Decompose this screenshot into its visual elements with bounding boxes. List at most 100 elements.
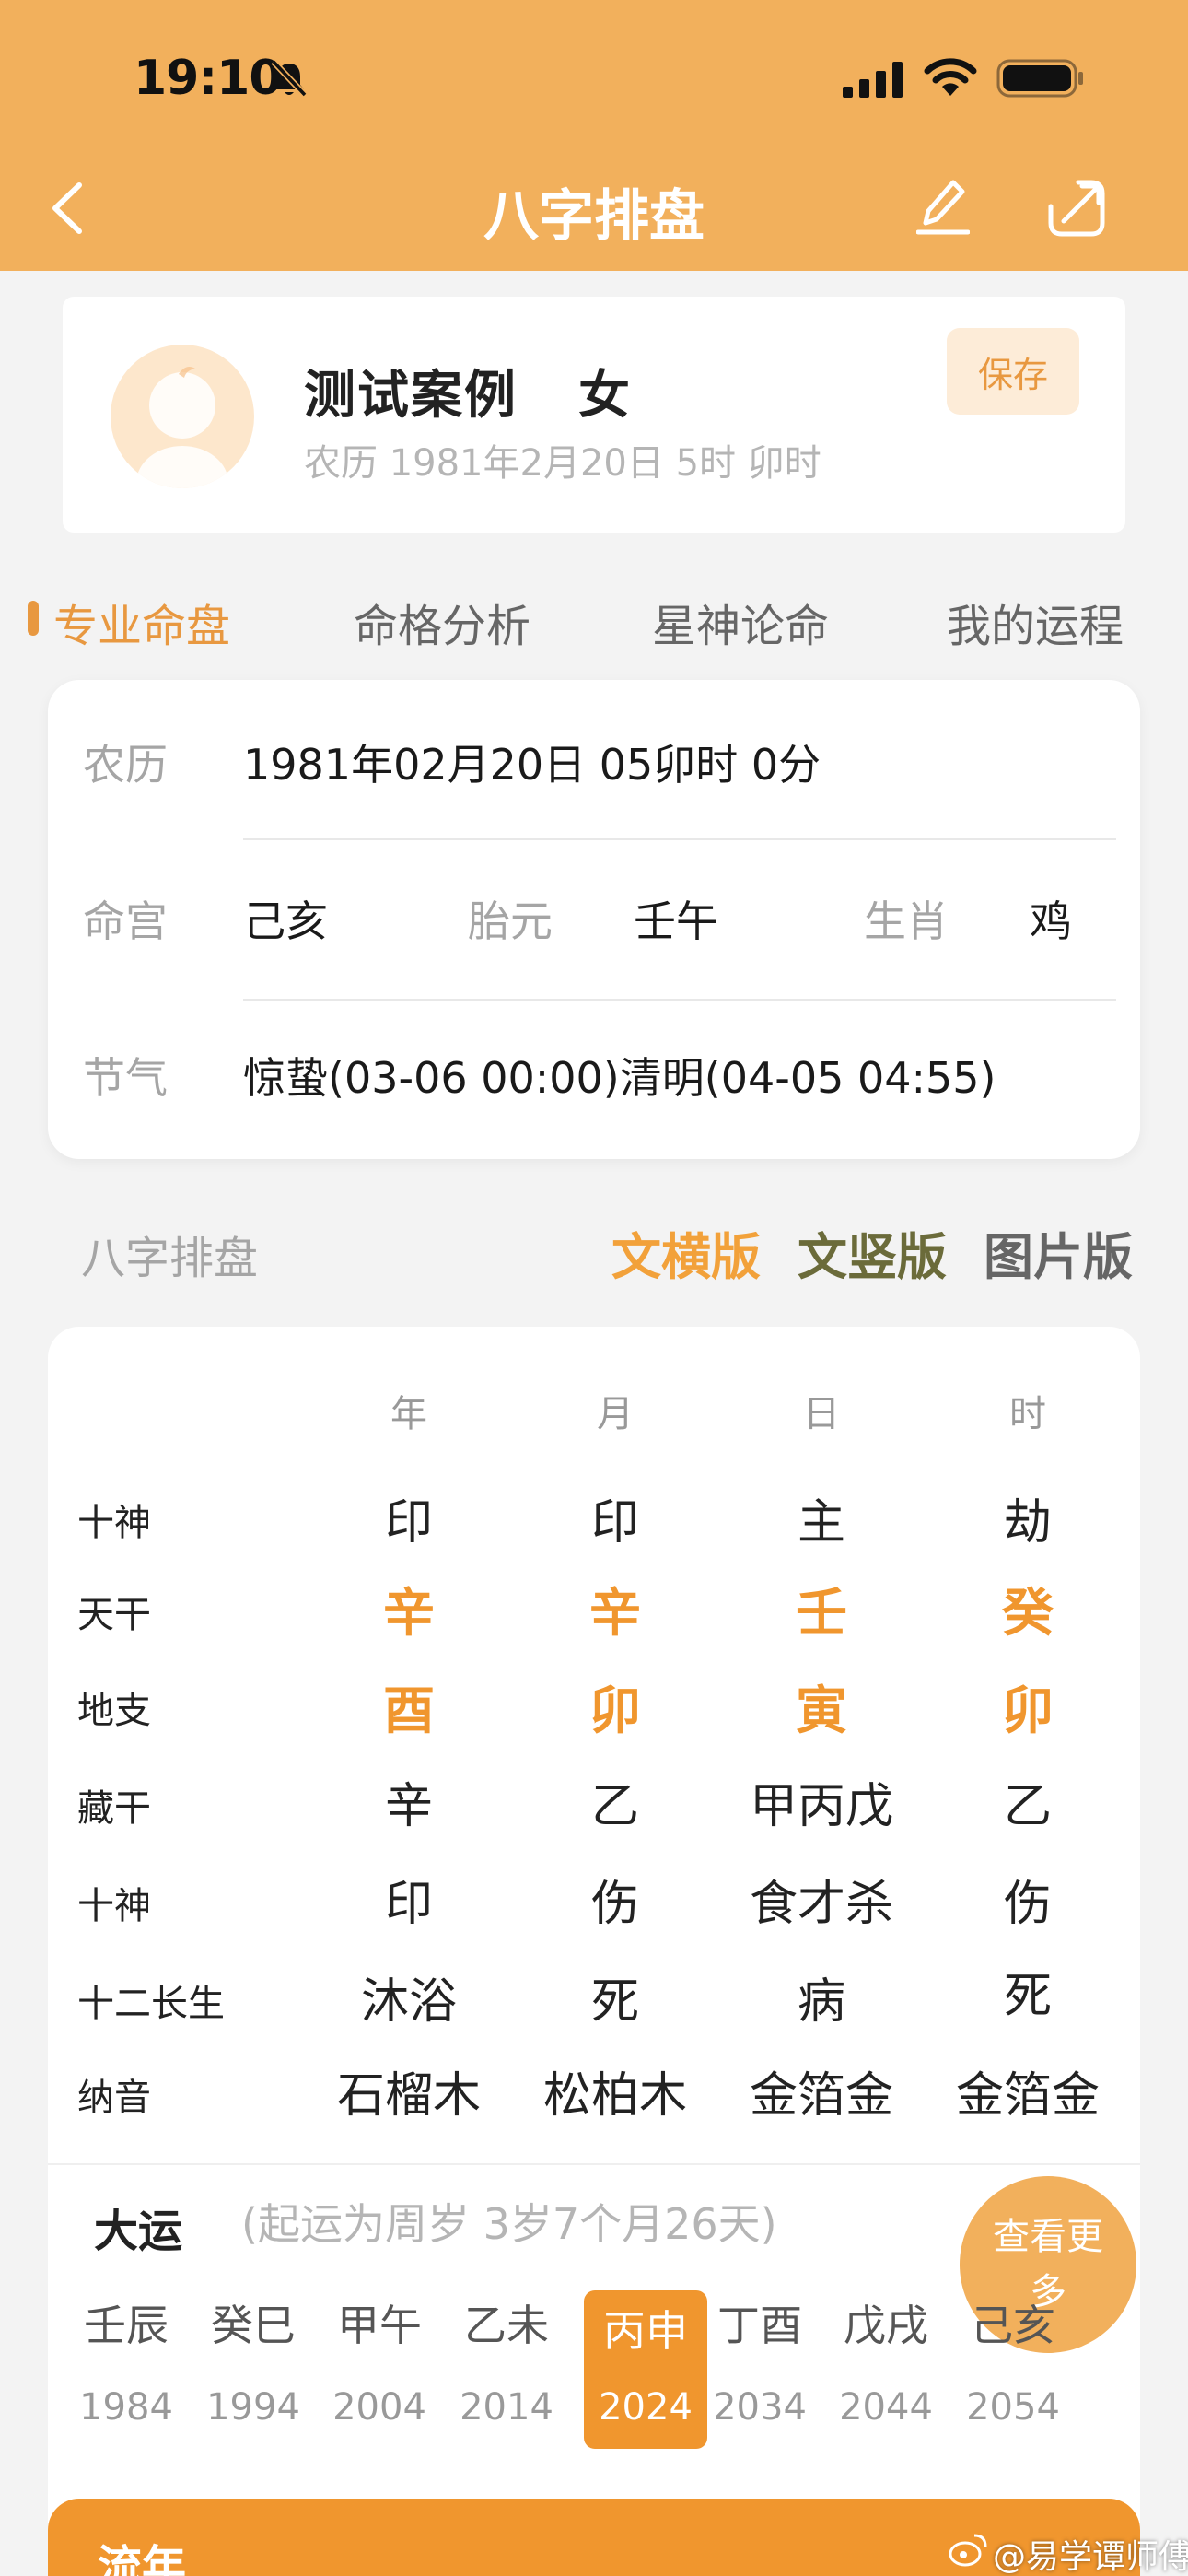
row-label-changsheng: 十二长生 <box>77 1983 225 2025</box>
taiyuan-value: 壬午 <box>634 896 718 946</box>
avatar-placeholder-icon <box>136 367 228 488</box>
version-horizontal-button[interactable]: 文横版 <box>611 1216 761 1289</box>
share-button[interactable] <box>1047 179 1106 238</box>
table-cell: 乙 <box>1003 1779 1052 1834</box>
tab-my-fortune[interactable]: 我的运程 <box>947 590 1124 654</box>
row-label-canggan: 藏干 <box>77 1787 151 1830</box>
dayun-year: 2004 <box>332 2386 426 2429</box>
column-header-month: 月 <box>597 1393 634 1435</box>
dayun-item[interactable]: 壬辰 1984 <box>64 2292 188 2440</box>
birth-info-card: 农历 1981年02月20日 05卯时 0分 命宫 己亥 胎元 壬午 生肖 鸡 … <box>48 680 1140 1159</box>
tab-bar: 专业命盘 命格分析 星神论命 我的运程 <box>0 571 1188 663</box>
battery-icon <box>996 59 1083 98</box>
tab-professional-chart[interactable]: 专业命盘 <box>53 590 230 654</box>
divider <box>243 838 1116 840</box>
column-header-year: 年 <box>390 1393 427 1435</box>
table-cell: 主 <box>797 1495 845 1551</box>
bell-off-icon <box>271 59 308 98</box>
table-cell: 卯 <box>589 1681 641 1741</box>
dayun-item[interactable]: 癸巳 1994 <box>192 2292 315 2440</box>
dayun-year: 2054 <box>966 2386 1060 2429</box>
column-header-day: 日 <box>803 1393 840 1435</box>
dayun-item[interactable]: 己亥 2054 <box>951 2292 1075 2440</box>
watermark-text: @易学谭师傅 <box>993 2538 1188 2576</box>
table-cell: 死 <box>590 1974 639 2030</box>
dayun-year: 2034 <box>713 2386 807 2429</box>
divider <box>243 999 1116 1001</box>
profile-name: 测试案例 <box>304 366 518 426</box>
table-cell: 劫 <box>1003 1495 1052 1551</box>
tab-star-analysis[interactable]: 星神论命 <box>652 590 829 654</box>
profile-card: 测试案例 女 农历 1981年2月20日 5时 卯时 保存 <box>63 297 1125 533</box>
app-header: 19:10 八字排盘 <box>0 0 1188 271</box>
column-header-hour: 时 <box>1009 1393 1046 1435</box>
dayun-item[interactable]: 丁酉 2034 <box>698 2292 821 2440</box>
table-cell: 食才杀 <box>749 1877 893 1932</box>
dayun-ganzhi: 丙申 <box>603 2306 688 2356</box>
dayun-ganzhi: 甲午 <box>337 2301 422 2350</box>
profile-birth-date: 农历 1981年2月20日 5时 卯时 <box>304 442 821 485</box>
liunian-title: 流年 <box>98 2541 187 2576</box>
row-label-tiangan: 天干 <box>77 1594 151 1636</box>
dayun-ganzhi: 丁酉 <box>717 2301 802 2350</box>
jieqi-value: 惊蛰(03-06 00:00)清明(04-05 04:55) <box>243 1053 996 1103</box>
table-cell: 卯 <box>1002 1681 1054 1741</box>
bazi-chart-card: 年 月 日 时 十神 印 印 主 劫 天干 辛 辛 壬 癸 地支 酉 卯 寅 卯… <box>48 1327 1140 2576</box>
lunar-label: 农历 <box>83 740 168 790</box>
table-cell: 癸 <box>1002 1584 1054 1644</box>
table-cell: 印 <box>384 1495 433 1551</box>
jieqi-label: 节气 <box>83 1053 168 1103</box>
dayun-ganzhi: 乙未 <box>464 2301 549 2350</box>
dayun-ganzhi: 己亥 <box>971 2301 1055 2350</box>
dayun-ganzhi: 壬辰 <box>84 2301 169 2350</box>
taiyuan-label: 胎元 <box>468 896 553 946</box>
wifi-icon <box>924 58 977 96</box>
version-vertical-button[interactable]: 文竖版 <box>798 1216 947 1289</box>
divider <box>48 2163 1140 2165</box>
tab-active-indicator <box>28 601 39 636</box>
table-cell: 石榴木 <box>336 2068 481 2124</box>
table-cell: 乙 <box>590 1779 639 1834</box>
weibo-icon <box>949 2534 987 2567</box>
table-cell: 松柏木 <box>542 2068 687 2124</box>
table-cell: 印 <box>590 1495 639 1551</box>
table-cell: 病 <box>797 1974 845 2030</box>
table-cell: 印 <box>384 1877 433 1932</box>
table-cell: 沐浴 <box>360 1974 457 2030</box>
minggong-label: 命宫 <box>83 896 168 946</box>
table-cell: 伤 <box>1003 1877 1052 1932</box>
dayun-year: 1994 <box>206 2386 300 2429</box>
dayun-year: 1984 <box>79 2386 173 2429</box>
table-cell: 辛 <box>383 1584 435 1644</box>
row-label-nayin: 纳音 <box>77 2077 151 2119</box>
save-button[interactable]: 保存 <box>947 328 1079 415</box>
version-image-button[interactable]: 图片版 <box>984 1216 1133 1289</box>
avatar[interactable] <box>111 345 254 488</box>
minggong-value: 己亥 <box>243 896 328 946</box>
table-cell: 寅 <box>796 1681 847 1741</box>
dayun-item[interactable]: 甲午 2004 <box>318 2292 441 2440</box>
edit-button[interactable] <box>916 177 970 236</box>
dayun-note: (起运为周岁 3岁7个月26天) <box>241 2199 777 2249</box>
signal-icon <box>843 62 903 98</box>
row-label-dizhi: 地支 <box>77 1690 151 1732</box>
table-cell: 金箔金 <box>749 2068 893 2124</box>
dayun-item-selected[interactable]: 丙申 2024 <box>584 2290 707 2449</box>
row-label-shishen-hidden: 十神 <box>77 1885 151 1927</box>
tab-pattern-analysis[interactable]: 命格分析 <box>354 590 530 654</box>
table-cell: 死 <box>1003 1969 1052 2024</box>
table-cell: 壬 <box>796 1584 847 1644</box>
table-cell: 伤 <box>590 1877 639 1932</box>
profile-gender: 女 <box>578 366 630 426</box>
table-cell: 辛 <box>384 1779 433 1834</box>
section-title: 八字排盘 <box>81 1233 259 1284</box>
shengxiao-value: 鸡 <box>1030 896 1072 946</box>
dayun-year: 2014 <box>460 2386 553 2429</box>
dayun-item[interactable]: 乙未 2014 <box>445 2292 568 2440</box>
table-cell: 甲丙戊 <box>749 1779 893 1834</box>
dayun-item[interactable]: 戊戌 2044 <box>824 2292 948 2440</box>
dayun-ganzhi: 戊戌 <box>844 2301 928 2350</box>
table-cell: 金箔金 <box>955 2068 1100 2124</box>
table-cell: 酉 <box>383 1681 435 1741</box>
status-time: 19:10 <box>134 51 283 106</box>
